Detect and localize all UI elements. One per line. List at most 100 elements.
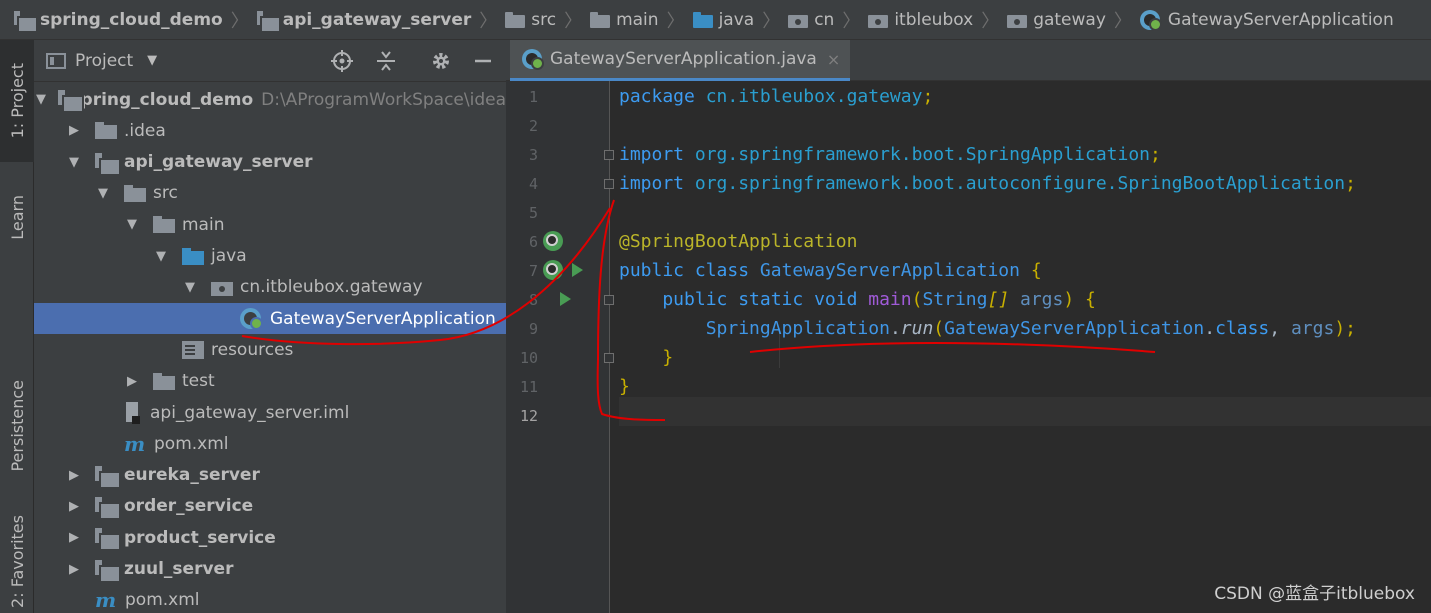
tree-item-label: spring_cloud_demo (70, 89, 254, 110)
tree-item[interactable]: GatewayServerApplication (34, 303, 506, 335)
tree-item[interactable]: ▶ order_service (34, 491, 506, 522)
tree-item[interactable]: ▶ zuul_server (34, 554, 506, 585)
breadcrumb-item[interactable]: itbleubox (868, 10, 973, 30)
folder-icon (124, 184, 146, 202)
code-area[interactable]: package cn.itbleubox.gateway; import org.… (619, 81, 1431, 613)
chevron-right-icon: 〉 (666, 10, 685, 32)
breadcrumb-item[interactable]: GatewayServerApplication (1139, 9, 1394, 31)
tool-tab-favorites[interactable]: 2: Favorites (0, 510, 34, 613)
fold-marker-icon[interactable] (604, 150, 614, 160)
tree-item[interactable]: m pom.xml (34, 428, 506, 459)
hide-panel-icon[interactable] (471, 50, 495, 72)
breadcrumb-item[interactable]: java (692, 9, 755, 30)
package-icon (211, 279, 233, 296)
tree-item-label: src (153, 183, 178, 204)
breadcrumb-item[interactable]: src (505, 10, 556, 30)
chevron-right-icon[interactable]: ▶ (65, 499, 83, 514)
tree-item-label: api_gateway_server.iml (150, 402, 350, 423)
chevron-down-icon[interactable]: ▼ (94, 186, 112, 201)
locate-icon[interactable] (330, 50, 354, 72)
tool-tab-project[interactable]: 1: Project (0, 40, 34, 162)
chevron-right-icon[interactable]: ▶ (65, 562, 83, 577)
tree-item[interactable]: m pom.xml (34, 585, 506, 613)
tool-tab-persistence[interactable]: Persistence (0, 358, 34, 493)
module-icon (14, 10, 38, 33)
code-token: run (900, 318, 934, 339)
tree-item-label: product_service (124, 527, 276, 548)
chevron-right-icon[interactable]: ▶ (123, 374, 141, 389)
fold-marker-icon[interactable] (604, 353, 614, 363)
project-view-dropdown-icon[interactable]: ▼ (147, 53, 157, 68)
chevron-right-icon[interactable]: ▶ (65, 123, 83, 138)
breadcrumb-item[interactable]: main (590, 10, 659, 30)
tree-item[interactable]: ▼ cn.itbleubox.gateway (34, 272, 506, 303)
chevron-down-icon[interactable]: ▼ (181, 280, 199, 295)
line-number: 8 (528, 291, 538, 309)
tree-item[interactable]: resources (34, 334, 506, 365)
code-line: } (619, 372, 630, 401)
tool-tab-learn-label: Learn (7, 194, 27, 240)
module-icon (58, 90, 87, 113)
collapse-all-icon[interactable] (374, 50, 398, 72)
editor-tab-gateway-server-application[interactable]: GatewayServerApplication.java × (510, 40, 851, 81)
tree-item[interactable]: api_gateway_server.iml (34, 397, 506, 428)
tree-item-path: D:\AProgramWorkSpace\idea (261, 89, 506, 110)
tree-item[interactable]: ▼ main (34, 209, 506, 240)
tree-item[interactable]: ▶ test (34, 366, 506, 397)
tree-item[interactable]: ▶ .idea (34, 115, 506, 146)
breadcrumb-label: itbleubox (894, 9, 974, 30)
editor-tab-bar: GatewayServerApplication.java × (506, 40, 1431, 81)
breadcrumb-item[interactable]: gateway (1007, 10, 1106, 30)
chevron-down-icon[interactable]: ▼ (152, 249, 170, 264)
code-line: package cn.itbleubox.gateway; (619, 82, 933, 111)
module-icon (95, 559, 121, 583)
chevron-down-icon[interactable]: ▼ (36, 92, 46, 107)
run-icon[interactable] (572, 263, 583, 277)
code-token: GatewayServerApplication (759, 260, 1031, 281)
code-token: ); (1334, 318, 1356, 339)
line-number: 4 (528, 175, 538, 193)
close-icon[interactable]: × (827, 50, 840, 69)
run-icon[interactable] (560, 292, 571, 306)
breadcrumb-item[interactable]: spring_cloud_demo (14, 9, 223, 33)
spring-bean-icon[interactable] (543, 260, 563, 280)
chevron-right-icon: 〉 (230, 10, 249, 32)
tree-item[interactable]: ▼ api_gateway_server (34, 147, 506, 178)
chevron-right-icon: 〉 (981, 10, 1000, 32)
tree-item-label: java (211, 246, 247, 266)
tree-item[interactable]: ▶ product_service (34, 522, 506, 553)
code-token: ( (911, 289, 923, 310)
fold-marker-icon[interactable] (604, 179, 614, 189)
tree-item[interactable]: ▼ spring_cloud_demo D:\AProgramWorkSpace\i… (34, 84, 506, 115)
tool-tab-learn[interactable]: Learn (0, 172, 34, 262)
chevron-down-icon[interactable]: ▼ (65, 155, 83, 170)
code-line: import org.springframework.boot.SpringAp… (619, 140, 1161, 169)
breadcrumb-label: spring_cloud_demo (40, 9, 223, 30)
breadcrumb-item[interactable]: api_gateway_server (256, 10, 471, 33)
gear-icon[interactable] (429, 50, 453, 72)
fold-marker-icon[interactable] (604, 295, 614, 305)
code-line: SpringApplication.run(GatewayServerAppli… (619, 314, 1356, 343)
code-line: public class GatewayServerApplication { (619, 256, 1042, 285)
breadcrumb-label: java (718, 9, 755, 30)
code-token: . (889, 318, 901, 339)
spring-bean-icon[interactable] (543, 231, 563, 251)
tree-item[interactable]: ▶ eureka_server (34, 460, 506, 491)
line-number: 7 (528, 262, 538, 280)
tree-item[interactable]: ▼ java (34, 241, 506, 272)
chevron-right-icon[interactable]: ▶ (65, 468, 83, 483)
code-line: public static void main(String[] args) { (619, 285, 1096, 314)
code-token: String (922, 289, 988, 310)
chevron-right-icon[interactable]: ▶ (65, 530, 83, 545)
tree-item[interactable]: ▼ src (34, 178, 506, 209)
code-token: package (619, 86, 706, 107)
breadcrumb-item[interactable]: cn (788, 10, 834, 30)
code-token: ) { (1063, 289, 1096, 310)
tree-item-label: eureka_server (124, 465, 260, 486)
line-number: 2 (528, 117, 538, 135)
source-folder-icon (692, 11, 713, 28)
tree-item-label: pom.xml (125, 590, 200, 611)
chevron-down-icon[interactable]: ▼ (123, 217, 141, 232)
project-view-title[interactable]: Project (75, 51, 133, 71)
tree-item-label: api_gateway_server (124, 152, 313, 173)
